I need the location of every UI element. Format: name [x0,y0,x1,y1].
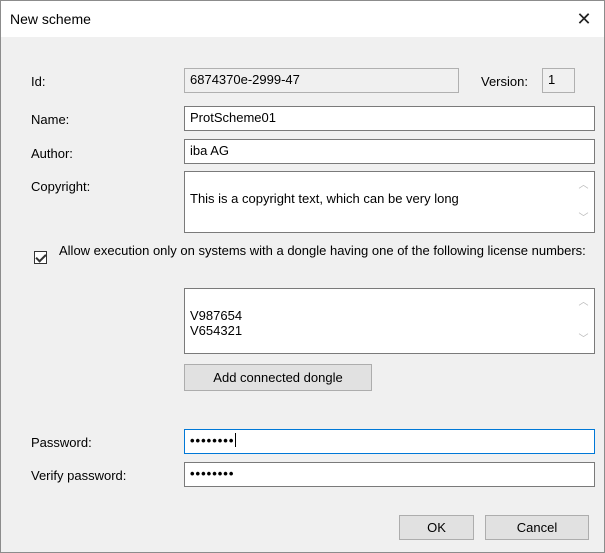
dialog-title: New scheme [10,11,91,27]
license-numbers-text: V987654 V654321 [190,308,243,338]
license-scrollbar[interactable]: ︿ ﹀ [575,291,592,351]
password-label: Password: [31,435,92,450]
chevron-down-icon[interactable]: ﹀ [579,332,589,347]
password-mask: •••••••• [190,433,235,448]
dongle-checkbox-label: Allow execution only on systems with a d… [59,243,586,258]
close-icon[interactable]: ✕ [564,1,604,37]
text-caret [235,433,237,447]
name-field[interactable]: ProtScheme01 [184,106,595,131]
copyright-scrollbar[interactable]: ︿ ﹀ [575,174,592,230]
password-field[interactable]: •••••••• [184,429,595,454]
copyright-textarea[interactable]: This is a copyright text, which can be v… [184,171,595,233]
author-field[interactable]: iba AG [184,139,595,164]
new-scheme-dialog: New scheme ✕ Id: 6874370e-2999-47 Versio… [0,0,605,553]
author-label: Author: [31,146,73,161]
title-bar: New scheme ✕ [1,1,604,37]
dongle-checkbox[interactable] [34,251,47,264]
chevron-up-icon[interactable]: ︿ [579,295,589,310]
ok-button[interactable]: OK [399,515,474,540]
verify-password-field[interactable]: •••••••• [184,462,595,487]
version-label: Version: [481,74,528,89]
add-connected-dongle-button[interactable]: Add connected dongle [184,364,372,391]
cancel-button[interactable]: Cancel [485,515,589,540]
chevron-up-icon[interactable]: ︿ [579,178,589,193]
version-field: 1 [542,68,575,93]
license-numbers-textarea[interactable]: V987654 V654321 ︿ ﹀ [184,288,595,354]
name-label: Name: [31,112,70,127]
copyright-label: Copyright: [31,179,91,194]
copyright-text: This is a copyright text, which can be v… [190,191,459,206]
chevron-down-icon[interactable]: ﹀ [579,211,589,226]
verify-password-mask: •••••••• [190,466,235,481]
verify-password-label: Verify password: [31,468,127,483]
id-field: 6874370e-2999-47 [184,68,459,93]
id-label: Id: [31,74,46,89]
